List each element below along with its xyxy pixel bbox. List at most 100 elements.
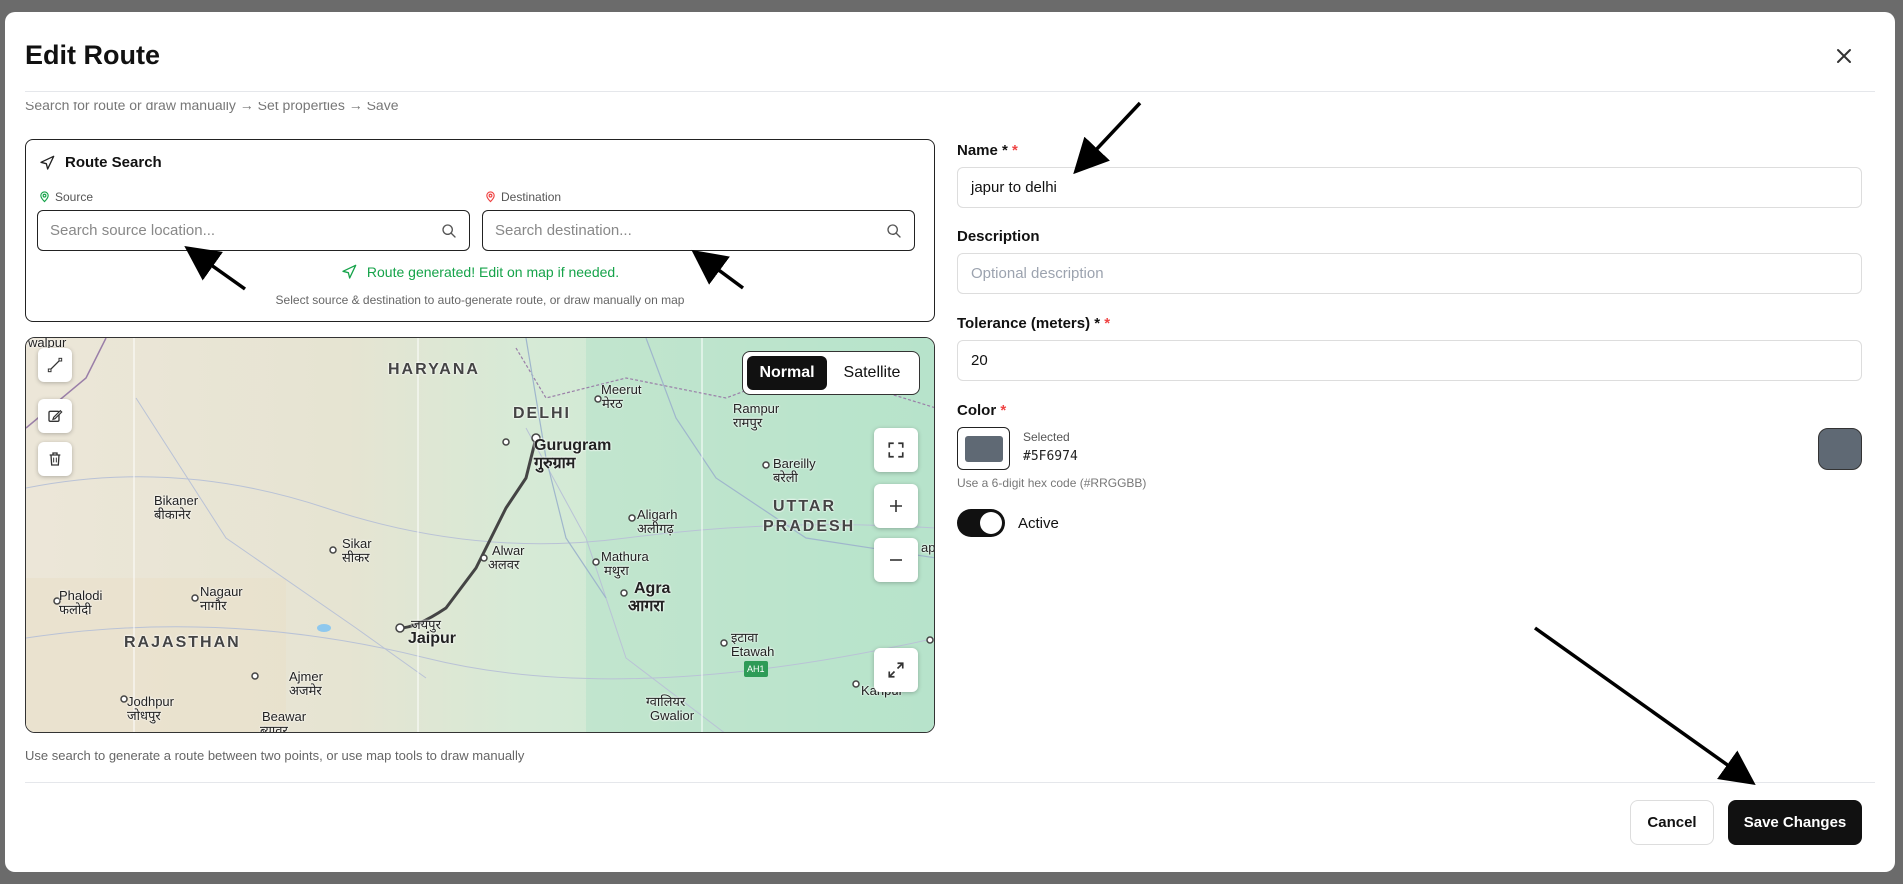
map-label-bareilly: Bareilly — [773, 456, 816, 471]
map-label-agra-hi: आगरा — [628, 598, 665, 615]
trash-icon — [49, 452, 61, 466]
map-pin-icon — [40, 191, 49, 203]
route-status: Route generated! Edit on map if needed. — [26, 264, 934, 280]
map-label-etawah: Etawah — [731, 644, 775, 659]
map-label-gurugram-hi: गुरुग्राम — [534, 455, 576, 472]
map-background — [26, 338, 934, 732]
navigation-icon — [40, 155, 55, 170]
map-label-meerut: Meerut — [601, 382, 642, 397]
map-label-bareilly-hi: बरेली — [773, 470, 798, 485]
color-preset-swatch[interactable] — [1818, 428, 1862, 470]
name-input[interactable]: japur to delhi — [957, 167, 1862, 208]
edit-icon — [48, 409, 63, 422]
map-label-rampur-hi: रामपुर — [733, 415, 763, 430]
map-label-gwalior-hi: ग्वालियर — [646, 694, 686, 709]
map-label-mathura: Mathura — [601, 549, 649, 564]
route-search-header: Route Search — [39, 154, 162, 171]
search-icon[interactable] — [441, 223, 457, 239]
map-caption: Use search to generate a route between t… — [25, 748, 525, 763]
map-label-rampur: Rampur — [733, 401, 780, 416]
tolerance-label: Tolerance (meters) * * — [957, 315, 1111, 332]
source-label: Source — [39, 190, 93, 204]
name-label: Name * * — [957, 142, 1018, 159]
map-label-pradesh: PRADESH — [763, 518, 856, 535]
destination-search-input[interactable]: Search destination... — [482, 210, 915, 251]
map-label-jodhpur-hi: जोधपुर — [127, 708, 161, 723]
tolerance-input[interactable]: 20 — [957, 340, 1862, 381]
header-divider — [25, 91, 1875, 92]
map-label-phalodi-hi: फलोदी — [59, 602, 92, 617]
navigation-icon — [342, 264, 357, 279]
map-label-phalodi: Phalodi — [59, 588, 103, 603]
map-label-aligarh: Aligarh — [637, 507, 678, 522]
edit-layers-tool[interactable] — [38, 399, 72, 433]
close-icon[interactable] — [1832, 44, 1856, 68]
map-label-sikar-hi: सीकर — [342, 550, 370, 565]
map-label-etawah-hi: इटावा — [731, 630, 758, 645]
map-label-rajasthan: RAJASTHAN — [124, 634, 241, 651]
map-highway-badge: AH1 — [744, 661, 768, 677]
draw-line-icon — [47, 357, 63, 373]
map-label-partial: ap — [921, 540, 935, 555]
route-map[interactable]: walpur HARYANA DELHI Meerut मेरठ Rampur … — [25, 337, 935, 733]
color-hint: Use a 6-digit hex code (#RRGGBB) — [957, 476, 1147, 490]
color-label: Color * — [957, 402, 1007, 419]
map-label-bikaner-hi: बीकानेर — [154, 507, 191, 522]
map-label-bikaner: Bikaner — [154, 493, 199, 508]
active-label: Active — [1018, 515, 1059, 532]
dialog-title: Edit Route — [25, 40, 160, 70]
map-label-gurugram: Gurugram — [534, 437, 612, 454]
map-pin-icon — [486, 191, 495, 203]
map-label-nagaur-hi: नागौर — [200, 598, 227, 613]
map-label-gwalior: Gwalior — [650, 708, 695, 723]
description-input[interactable]: Optional description — [957, 253, 1862, 294]
zoom-in-button[interactable] — [874, 484, 918, 528]
map-label-alwar: Alwar — [492, 543, 525, 558]
fullscreen-button[interactable] — [874, 428, 918, 472]
selected-label: Selected — [1023, 430, 1070, 444]
footer-divider — [25, 782, 1875, 783]
source-search-input[interactable]: Search source location... — [37, 210, 470, 251]
map-label-jodhpur: Jodhpur — [127, 694, 174, 709]
route-search-heading: Route Search — [65, 154, 162, 171]
color-swatch — [964, 435, 1003, 462]
delete-layers-tool[interactable] — [38, 442, 72, 476]
toggle-knob — [980, 512, 1002, 534]
cancel-button[interactable]: Cancel — [1630, 800, 1714, 845]
map-label-agra: Agra — [634, 580, 671, 597]
view-normal-button[interactable]: Normal — [747, 356, 827, 390]
map-label-meerut-hi: मेरठ — [602, 396, 623, 411]
view-satellite-button[interactable]: Satellite — [831, 356, 913, 390]
save-changes-button[interactable]: Save Changes — [1728, 800, 1862, 845]
map-label-ajmer-hi: अजमेर — [289, 683, 322, 698]
map-label-haryana: HARYANA — [388, 361, 480, 378]
map-label-sikar: Sikar — [342, 536, 372, 551]
minus-icon — [890, 559, 902, 561]
destination-label: Destination — [485, 190, 561, 204]
search-icon[interactable] — [886, 223, 902, 239]
map-label-beawar: Beawar — [262, 709, 307, 724]
map-label-jaipur: Jaipur — [408, 630, 457, 647]
map-view-toggle: Normal Satellite — [742, 351, 920, 395]
color-picker-swatch[interactable] — [957, 427, 1010, 470]
map-label-alwar-hi: अलवर — [488, 557, 520, 572]
dialog-subtitle: Search for route or draw manually → Set … — [25, 102, 399, 113]
map-label-delhi: DELHI — [513, 405, 571, 422]
plus-icon — [890, 500, 902, 512]
map-label-uttar: UTTAR — [773, 498, 837, 515]
map-label-nagaur: Nagaur — [200, 584, 243, 599]
description-label: Description — [957, 228, 1040, 245]
route-search-card: Route Search Source Search source locati… — [25, 139, 935, 322]
map-label-mathura-hi: मथुरा — [604, 563, 629, 578]
active-toggle[interactable] — [957, 509, 1005, 537]
map-label-ajmer: Ajmer — [289, 669, 323, 684]
draw-line-tool[interactable] — [38, 348, 72, 382]
fullscreen-icon — [888, 442, 904, 458]
expand-icon — [888, 662, 904, 678]
route-search-hint: Select source & destination to auto-gene… — [275, 293, 685, 307]
map-label-beawar-hi: ब्यावर — [260, 723, 288, 733]
expand-map-button[interactable] — [874, 648, 918, 692]
zoom-out-button[interactable] — [874, 538, 918, 582]
map-label-aligarh-hi: अलीगढ़ — [637, 521, 674, 536]
selected-color-hex: #5F6974 — [1023, 449, 1078, 464]
